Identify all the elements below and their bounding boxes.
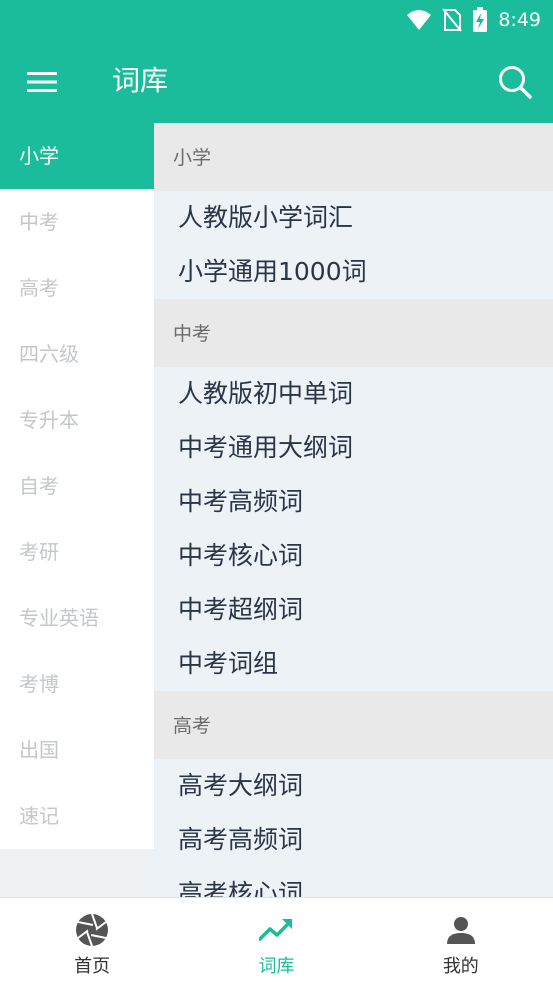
search-icon [499, 66, 532, 99]
nav-wordbank[interactable]: 词库 [184, 898, 368, 983]
status-time: 8:49 [498, 9, 541, 31]
list-item[interactable]: 中考通用大纲词 [154, 421, 553, 475]
hamburger-menu-icon [27, 72, 57, 92]
list-item[interactable]: 高考高频词 [154, 813, 553, 867]
wordbook-list[interactable]: 小学 人教版小学词汇 小学通用1000词 中考 人教版初中单词 中考通用大纲词 … [154, 123, 553, 897]
sidebar-item-cet[interactable]: 四六级 [0, 321, 154, 387]
nav-label-profile: 我的 [442, 956, 479, 977]
no-sim-icon [442, 8, 463, 32]
status-bar: 8:49 [0, 0, 553, 40]
list-item[interactable]: 小学通用1000词 [154, 245, 553, 299]
nav-label-wordbank: 词库 [258, 956, 295, 977]
section-body: 人教版初中单词 中考通用大纲词 中考高频词 中考核心词 中考超纲词 中考词组 [154, 367, 553, 691]
list-item[interactable]: 中考词组 [154, 637, 553, 691]
section-header: 高考 [154, 691, 553, 759]
list-item[interactable]: 中考高频词 [154, 475, 553, 529]
sidebar-item-professional-english[interactable]: 专业英语 [0, 585, 154, 651]
wifi-icon [407, 10, 432, 30]
sidebar-item-kaobo[interactable]: 考博 [0, 651, 154, 717]
list-item[interactable]: 高考大纲词 [154, 759, 553, 813]
section-header: 小学 [154, 123, 553, 191]
aperture-icon [74, 912, 110, 948]
sidebar-item-self-study[interactable]: 自考 [0, 453, 154, 519]
sidebar-item-quick-memory[interactable]: 速记 [0, 783, 154, 849]
sidebar-item-gaokao[interactable]: 高考 [0, 255, 154, 321]
nav-home[interactable]: 首页 [0, 898, 184, 983]
person-icon [443, 912, 479, 948]
app-bar: 词库 [0, 40, 553, 123]
battery-charging-icon [473, 7, 488, 32]
bottom-navigation: 首页 词库 我的 [0, 897, 553, 983]
sidebar-item-abroad[interactable]: 出国 [0, 717, 154, 783]
list-item[interactable]: 中考超纲词 [154, 583, 553, 637]
sidebar-item-zhongkao[interactable]: 中考 [0, 189, 154, 255]
section-body: 高考大纲词 高考高频词 高考核心词 [154, 759, 553, 897]
section-header: 中考 [154, 299, 553, 367]
list-item[interactable]: 中考核心词 [154, 529, 553, 583]
category-sidebar: 小学 中考 高考 四六级 专升本 自考 考研 专业英语 考博 出国 速记 [0, 123, 154, 849]
nav-label-home: 首页 [74, 956, 111, 977]
page-title: 词库 [112, 64, 169, 97]
list-item[interactable]: 高考核心词 [154, 867, 553, 897]
section-body: 人教版小学词汇 小学通用1000词 [154, 191, 553, 299]
status-icons: 8:49 [406, 6, 541, 34]
menu-button[interactable] [18, 58, 66, 106]
search-button[interactable] [491, 58, 539, 106]
trending-up-icon [258, 912, 294, 948]
nav-profile[interactable]: 我的 [369, 898, 553, 983]
sidebar-item-zhuanshengben[interactable]: 专升本 [0, 387, 154, 453]
list-item[interactable]: 人教版小学词汇 [154, 191, 553, 245]
list-item[interactable]: 人教版初中单词 [154, 367, 553, 421]
sidebar-item-kaoyan[interactable]: 考研 [0, 519, 154, 585]
sidebar-item-primary[interactable]: 小学 [0, 123, 154, 189]
